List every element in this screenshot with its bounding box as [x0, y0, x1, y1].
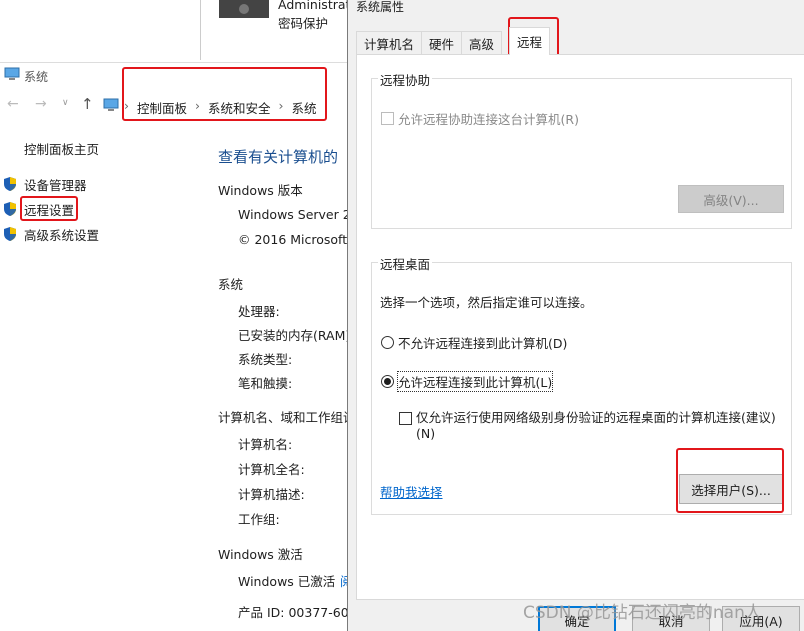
- workgroup-label: 工作组:: [238, 512, 280, 527]
- dialog-title: 系统属性: [356, 0, 405, 14]
- checkbox-label: 仅允许运行使用网络级别身份验证的远程桌面的计算机连接(建议) (N): [416, 410, 776, 442]
- back-arrow-icon[interactable]: ←: [7, 96, 19, 112]
- advanced-button[interactable]: 高级(V)...: [678, 185, 784, 213]
- computer-name-label: 计算机名:: [238, 437, 293, 452]
- checkbox-label: 允许远程协助连接这台计算机(R): [398, 112, 579, 127]
- help-me-choose-link[interactable]: 帮助我选择: [380, 482, 443, 501]
- checkbox-box: [381, 112, 394, 125]
- remote-assistance-group: 远程协助 允许远程协助连接这台计算机(R) 高级(V)...: [371, 70, 792, 229]
- instruction-text: 选择一个选项，然后指定谁可以连接。: [380, 295, 593, 310]
- account-protection: 密码保护: [278, 16, 329, 31]
- copyright-value: © 2016 Microsoft: [238, 232, 348, 247]
- tab-remote[interactable]: 远程: [509, 27, 551, 55]
- window-title: 系统: [24, 70, 49, 84]
- checkbox-box: [399, 412, 412, 425]
- edition-value: Windows Server 20: [238, 207, 359, 222]
- tab-hardware[interactable]: 硬件: [421, 31, 463, 55]
- nla-checkbox[interactable]: 仅允许运行使用网络级别身份验证的远程桌面的计算机连接(建议) (N): [399, 410, 776, 442]
- section-label: 计算机名、域和工作组设: [218, 410, 356, 425]
- allow-remote-assistance-checkbox[interactable]: 允许远程协助连接这台计算机(R): [381, 109, 579, 128]
- checkbox-label-line1: 仅允许运行使用网络级别身份验证的远程桌面的计算机连接(建议): [416, 410, 776, 425]
- radio-circle: [381, 336, 394, 349]
- watermark: CSDN @比钻石还闪亮的nan人: [523, 603, 762, 623]
- system-properties-dialog: 系统属性 计算机名 硬件 高级 远程 远程协助 允许远程协助连接这台计算机(R)…: [347, 0, 804, 631]
- section-label: 系统: [218, 277, 244, 292]
- ram-label: 已安装的内存(RAM): [238, 328, 351, 343]
- tab-computer-name[interactable]: 计算机名: [356, 31, 423, 55]
- shield-icon: [4, 177, 16, 191]
- activation-status: Windows 已激活: [238, 574, 336, 589]
- processor-label: 处理器:: [238, 304, 280, 319]
- highlight-box: [676, 448, 784, 513]
- radio-label: 不允许远程连接到此计算机(D): [398, 336, 568, 351]
- shield-icon: [4, 202, 16, 216]
- avatar: [219, 0, 269, 18]
- radio-circle: [381, 375, 394, 388]
- page-title: 查看有关计算机的: [218, 148, 339, 166]
- sidebar-item-label: 高级系统设置: [24, 227, 100, 243]
- chevron-down-icon[interactable]: ∨: [62, 98, 69, 108]
- tab-strip: 计算机名 硬件 高级 远程: [356, 27, 551, 55]
- forward-arrow-icon[interactable]: →: [35, 96, 47, 112]
- highlight-box: [20, 196, 78, 221]
- system-type-label: 系统类型:: [238, 352, 293, 367]
- radio-label: 允许远程连接到此计算机(L): [396, 371, 554, 392]
- checkbox-label-line2: (N): [416, 426, 436, 441]
- sidebar-item-advanced-settings[interactable]: 高级系统设置: [2, 225, 99, 243]
- account-header: Administrat 密码保护: [0, 0, 351, 62]
- description-label: 计算机描述:: [238, 487, 305, 502]
- highlight-box: [122, 67, 327, 121]
- computer-icon: [103, 98, 119, 111]
- deny-remote-radio[interactable]: 不允许远程连接到此计算机(D): [381, 333, 567, 352]
- computer-icon: [4, 67, 20, 80]
- group-label: 远程桌面: [378, 254, 433, 273]
- group-label: 远程协助: [378, 70, 433, 89]
- tab-advanced[interactable]: 高级: [461, 31, 503, 55]
- pen-touch-label: 笔和触摸:: [238, 376, 293, 391]
- sidebar-item-device-manager[interactable]: 设备管理器: [2, 175, 87, 193]
- sidebar-item-label: 设备管理器: [24, 177, 87, 193]
- full-name-label: 计算机全名:: [238, 462, 305, 477]
- sidebar-home-link[interactable]: 控制面板主页: [24, 139, 99, 158]
- divider: [200, 0, 201, 60]
- account-name: Administrat: [278, 0, 351, 12]
- section-label: Windows 版本: [218, 183, 303, 198]
- section-label: Windows 激活: [218, 547, 303, 562]
- product-id: 产品 ID: 00377-600: [238, 605, 357, 620]
- remote-tab-panel: 远程协助 允许远程协助连接这台计算机(R) 高级(V)... 远程桌面 选择一个…: [356, 54, 804, 600]
- shield-icon: [4, 227, 16, 241]
- up-arrow-icon[interactable]: ↑: [81, 95, 94, 113]
- allow-remote-radio[interactable]: 允许远程连接到此计算机(L): [381, 371, 554, 392]
